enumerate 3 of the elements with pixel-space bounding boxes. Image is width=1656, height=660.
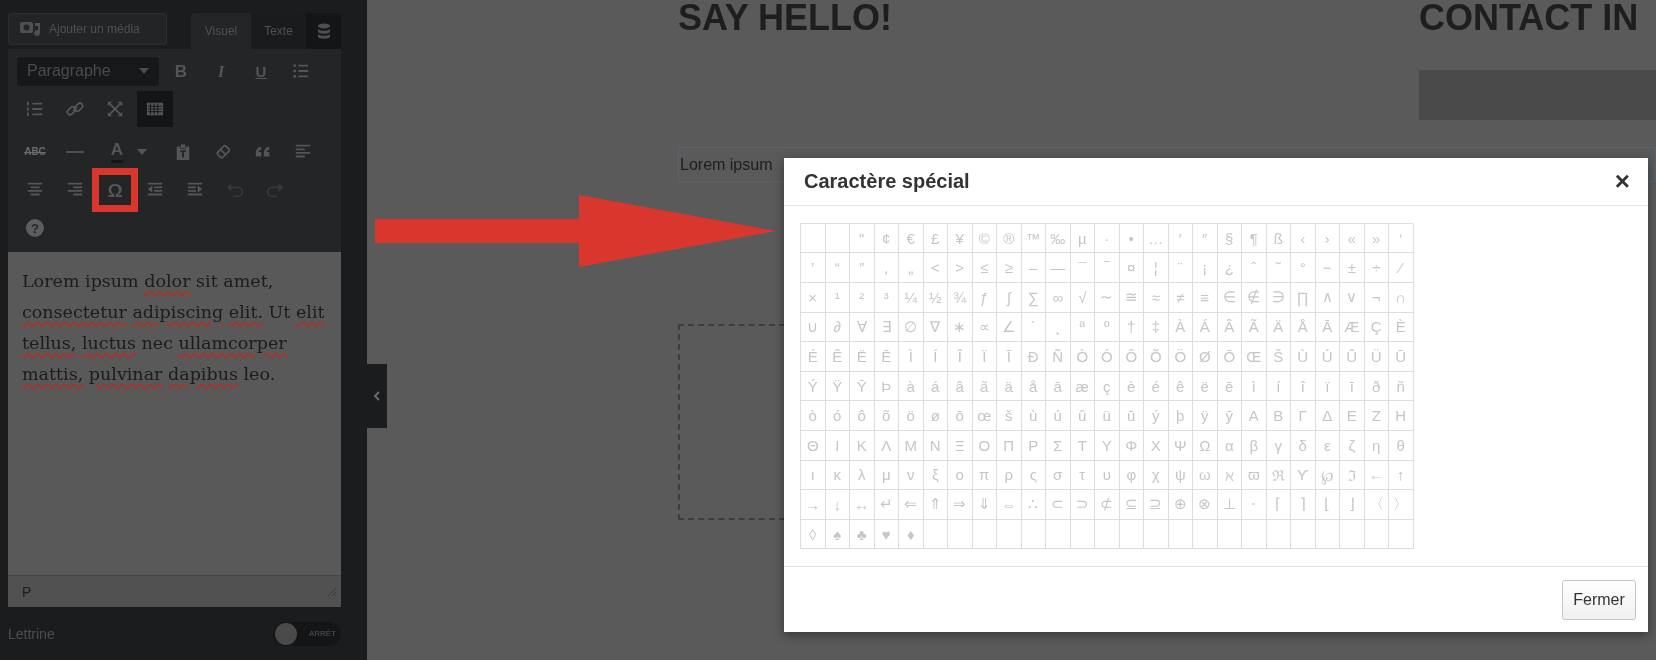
section-heading: CONTACT IN [1419,0,1640,36]
dialog-title: Caractère spécial [804,169,970,193]
section-heading: SAY HELLO! [678,0,894,36]
